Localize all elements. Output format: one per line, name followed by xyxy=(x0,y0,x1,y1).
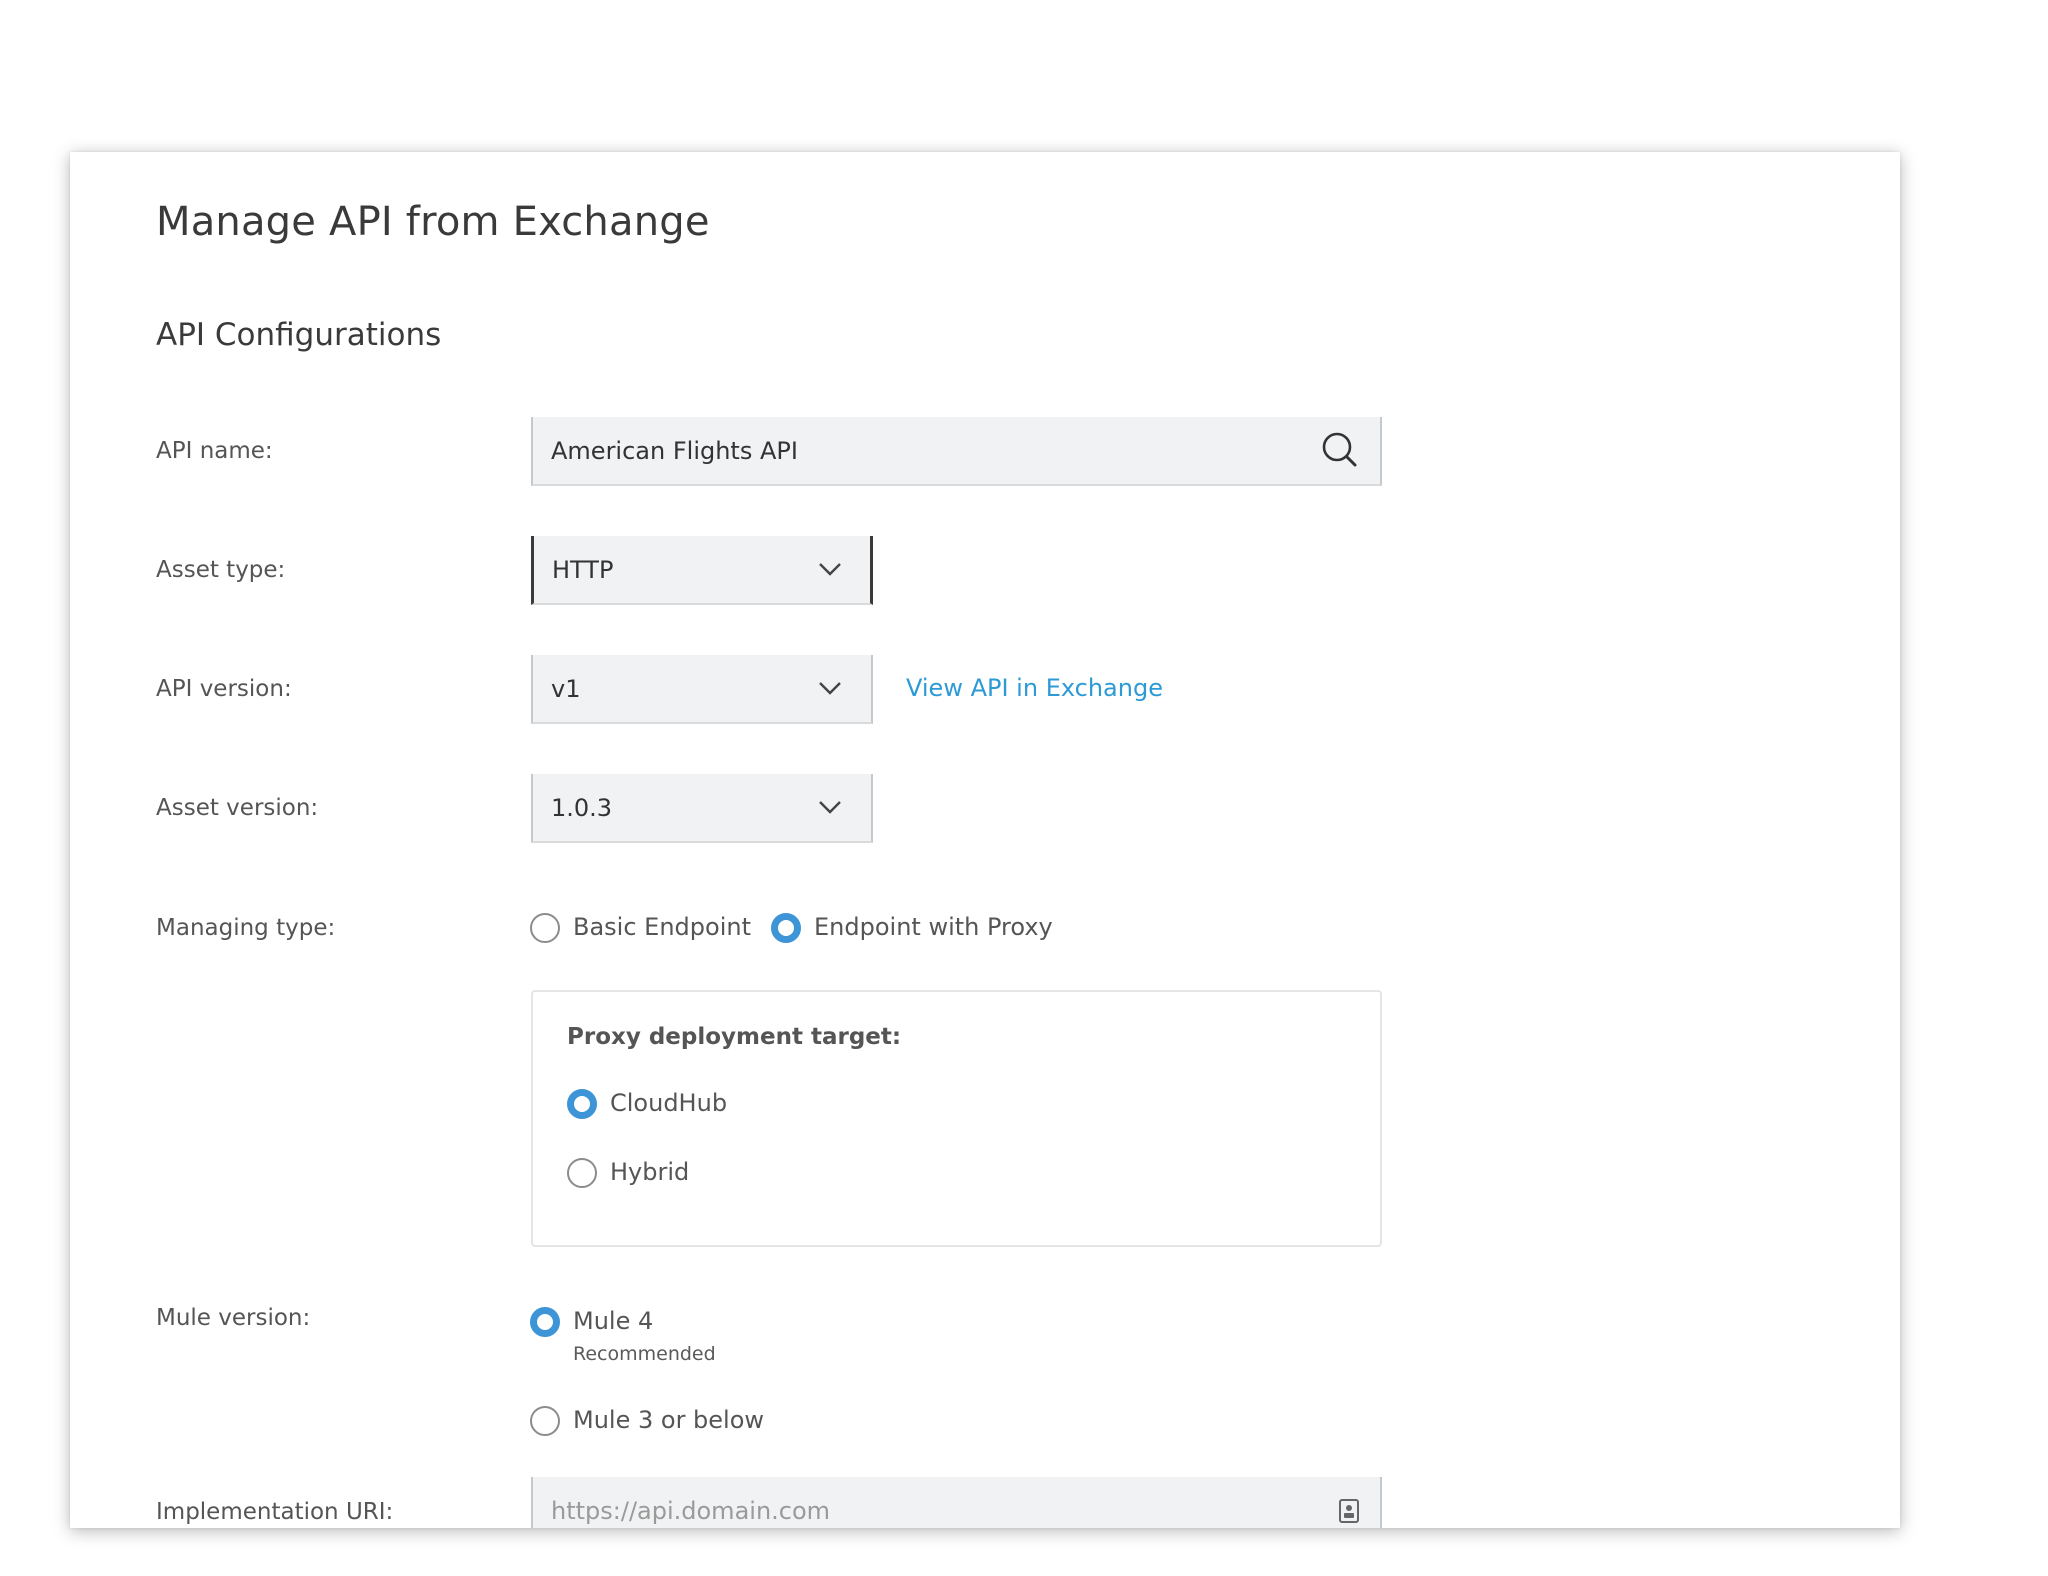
cloudhub-radio[interactable] xyxy=(567,1089,597,1119)
hybrid-label[interactable]: Hybrid xyxy=(610,1158,689,1186)
asset-version-value: 1.0.3 xyxy=(551,793,613,822)
page-title: Manage API from Exchange xyxy=(156,199,710,245)
search-icon[interactable] xyxy=(1320,430,1360,470)
contact-card-icon[interactable] xyxy=(1338,1498,1360,1524)
mule-4-label[interactable]: Mule 4 xyxy=(573,1307,653,1335)
manage-api-dialog: Manage API from Exchange API Configurati… xyxy=(70,152,1900,1528)
asset-type-select[interactable]: HTTP xyxy=(531,536,873,605)
api-version-label: API version: xyxy=(156,676,292,702)
api-name-input[interactable]: American Flights API xyxy=(531,417,1382,486)
api-name-label: API name: xyxy=(156,438,273,464)
mule-4-recommended-note: Recommended xyxy=(573,1343,716,1365)
view-api-in-exchange-link[interactable]: View API in Exchange xyxy=(906,674,1163,702)
api-version-select[interactable]: v1 xyxy=(531,655,873,724)
basic-endpoint-label[interactable]: Basic Endpoint xyxy=(573,913,751,941)
mule-version-label: Mule version: xyxy=(156,1305,311,1331)
mule-4-radio[interactable] xyxy=(530,1307,560,1337)
asset-type-label: Asset type: xyxy=(156,557,286,583)
endpoint-with-proxy-radio[interactable] xyxy=(771,913,801,943)
mule-3-radio[interactable] xyxy=(530,1406,560,1436)
api-version-value: v1 xyxy=(551,674,581,703)
implementation-uri-input[interactable]: https://api.domain.com xyxy=(531,1477,1382,1528)
proxy-deployment-title: Proxy deployment target: xyxy=(567,1024,902,1050)
implementation-uri-label: Implementation URI: xyxy=(156,1499,394,1525)
hybrid-radio[interactable] xyxy=(567,1158,597,1188)
managing-type-label: Managing type: xyxy=(156,915,336,941)
chevron-down-icon xyxy=(819,563,841,576)
asset-type-value: HTTP xyxy=(552,555,614,584)
endpoint-with-proxy-label[interactable]: Endpoint with Proxy xyxy=(814,913,1053,941)
mule-3-label[interactable]: Mule 3 or below xyxy=(573,1406,764,1434)
implementation-uri-placeholder: https://api.domain.com xyxy=(551,1497,831,1525)
section-title: API Configurations xyxy=(156,317,442,353)
asset-version-select[interactable]: 1.0.3 xyxy=(531,774,873,843)
cloudhub-label[interactable]: CloudHub xyxy=(610,1089,727,1117)
api-name-value: American Flights API xyxy=(551,436,798,465)
basic-endpoint-radio[interactable] xyxy=(530,913,560,943)
proxy-deployment-panel: Proxy deployment target: CloudHub Hybrid xyxy=(531,990,1382,1247)
chevron-down-icon xyxy=(819,801,841,814)
chevron-down-icon xyxy=(819,682,841,695)
asset-version-label: Asset version: xyxy=(156,795,319,821)
